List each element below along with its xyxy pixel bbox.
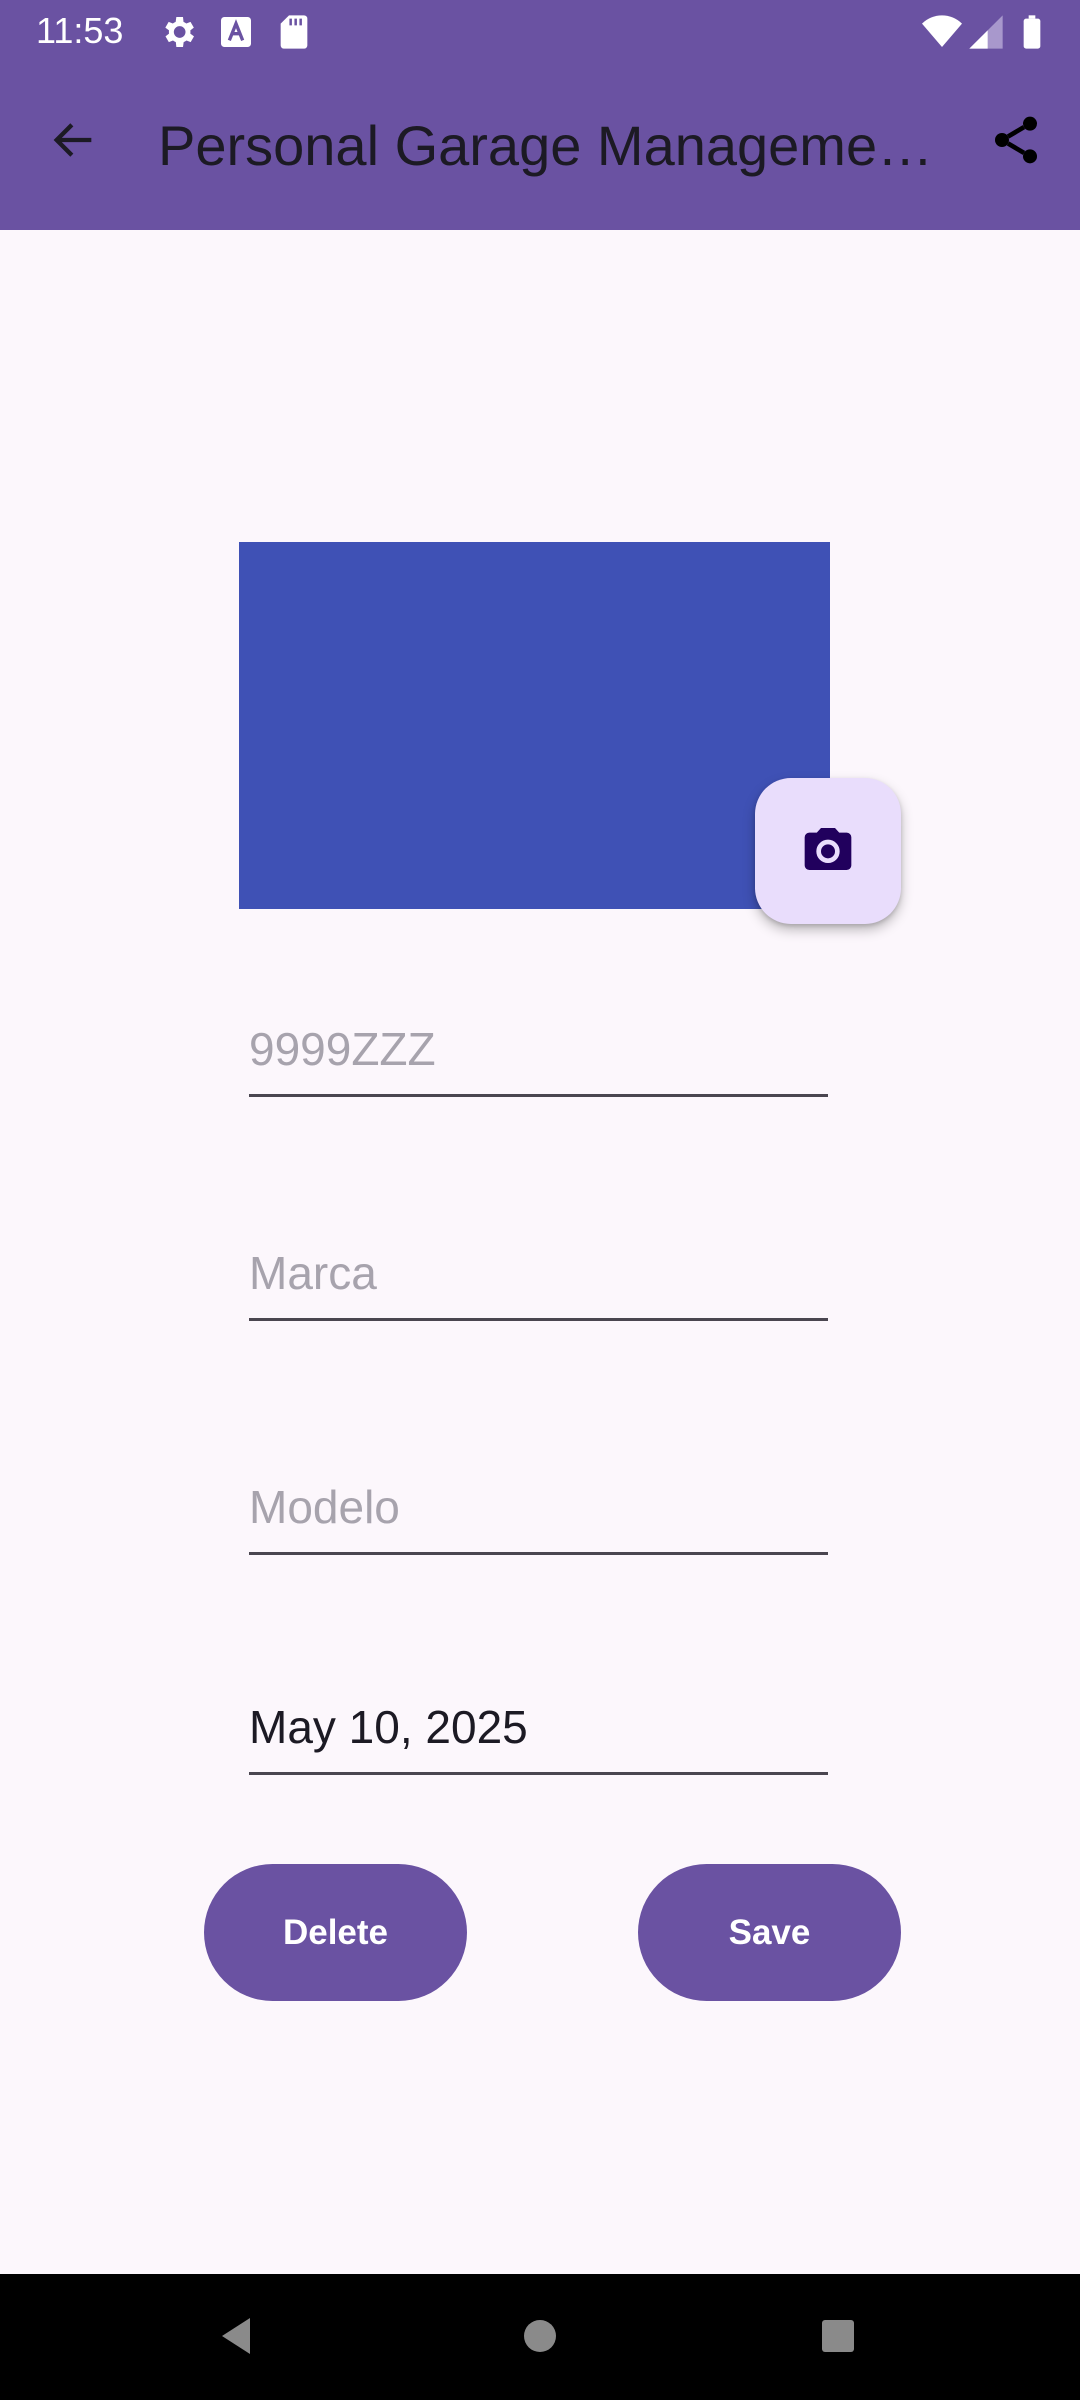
- model-field: [249, 1456, 828, 1555]
- status-time: 11:53: [36, 10, 124, 51]
- share-button[interactable]: [976, 102, 1056, 182]
- camera-button[interactable]: [755, 778, 901, 924]
- plate-field: [249, 998, 828, 1097]
- delete-button[interactable]: Delete: [204, 1864, 467, 2001]
- nav-back-icon: [214, 2312, 262, 2365]
- nav-home-button[interactable]: [500, 2298, 580, 2378]
- page-title: Personal Garage Manageme…: [158, 114, 934, 177]
- sd-card-icon: [274, 12, 314, 52]
- wifi-icon: [922, 12, 962, 52]
- date-field[interactable]: May 10, 2025: [249, 1676, 828, 1775]
- date-value: May 10, 2025: [249, 1701, 528, 1753]
- camera-icon: [800, 821, 856, 882]
- nav-recents-icon: [814, 2312, 862, 2365]
- save-button[interactable]: Save: [638, 1864, 901, 2001]
- app-bar: Personal Garage Manageme…: [0, 62, 1080, 230]
- nav-home-icon: [516, 2312, 564, 2365]
- battery-icon: [1012, 12, 1052, 52]
- model-input[interactable]: [249, 1480, 828, 1534]
- nav-recents-button[interactable]: [798, 2298, 878, 2378]
- status-bar: 11:53: [0, 0, 1080, 62]
- back-button[interactable]: [34, 102, 114, 182]
- vehicle-image[interactable]: [239, 542, 830, 909]
- brand-field: [249, 1222, 828, 1321]
- settings-icon: [158, 12, 198, 52]
- share-icon: [988, 112, 1044, 173]
- navigation-bar: [0, 2274, 1080, 2400]
- nav-back-button[interactable]: [198, 2298, 278, 2378]
- brand-input[interactable]: [249, 1246, 828, 1300]
- cellular-signal-icon: [966, 12, 1006, 52]
- plate-input[interactable]: [249, 1022, 828, 1076]
- text-a-icon: [216, 12, 256, 52]
- arrow-back-icon: [48, 114, 100, 171]
